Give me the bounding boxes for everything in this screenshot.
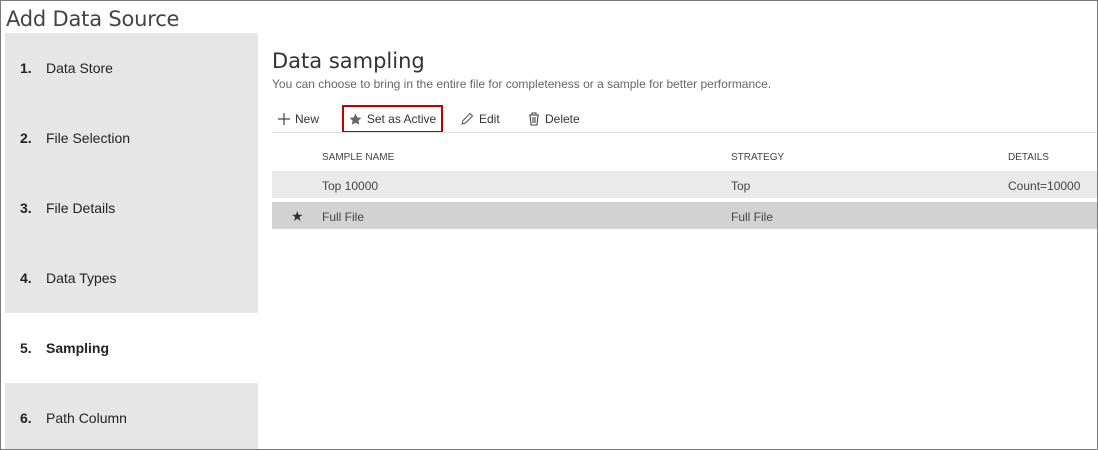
toolbar: New Set as Active Edit Delete [272, 105, 1097, 133]
step-number: 5. [20, 340, 32, 356]
plus-icon [278, 113, 290, 125]
strategy-cell: Top [731, 179, 751, 193]
header-details[interactable]: DETAILS [1008, 152, 1049, 163]
step-file-selection[interactable]: 2. File Selection [5, 103, 258, 173]
step-path-column[interactable]: 6. Path Column [5, 383, 258, 449]
toolbar-divider [272, 132, 1097, 133]
page-title: Data sampling [272, 49, 425, 73]
step-file-details[interactable]: 3. File Details [5, 173, 258, 243]
table-header: SAMPLE NAME STRATEGY DETAILS [272, 145, 1097, 169]
pencil-icon [460, 112, 474, 126]
step-data-types[interactable]: 4. Data Types [5, 243, 258, 313]
star-icon [349, 113, 362, 126]
trash-icon [528, 112, 540, 126]
sample-name-cell: Top 10000 [322, 179, 379, 193]
header-sample-name[interactable]: SAMPLE NAME [322, 152, 394, 163]
delete-button[interactable]: Delete [528, 105, 580, 133]
active-star-icon: ★ [291, 208, 304, 224]
step-label: Data Store [46, 60, 113, 76]
set-as-active-label: Set as Active [366, 112, 437, 126]
sampling-panel: Data sampling You can choose to bring in… [272, 49, 1097, 91]
wizard-steps: 1. Data Store 2. File Selection 3. File … [5, 33, 258, 449]
step-label: Path Column [46, 410, 127, 426]
page-subtitle: You can choose to bring in the entire fi… [272, 77, 772, 91]
header-strategy[interactable]: STRATEGY [731, 152, 784, 163]
step-number: 2. [20, 130, 32, 146]
window-title: Add Data Source [6, 7, 180, 31]
set-as-active-button[interactable]: Set as Active [342, 105, 443, 133]
new-button-label: New [295, 112, 320, 126]
step-label: File Selection [46, 130, 131, 146]
step-sampling[interactable]: 5. Sampling [5, 313, 258, 383]
edit-button[interactable]: Edit [460, 105, 500, 133]
step-label: Sampling [46, 340, 110, 356]
strategy-cell: Full File [731, 210, 774, 224]
step-number: 6. [20, 410, 32, 426]
step-number: 4. [20, 270, 32, 286]
table-row[interactable]: Top 10000 Top Count=10000 [272, 171, 1097, 198]
table-row[interactable]: ★ Full File Full File [272, 202, 1097, 229]
delete-button-label: Delete [545, 112, 580, 126]
step-number: 1. [20, 60, 32, 76]
edit-button-label: Edit [479, 112, 500, 126]
add-data-source-window: Add Data Source 1. Data Store 2. File Se… [0, 0, 1098, 450]
step-label: File Details [46, 200, 116, 216]
step-data-store[interactable]: 1. Data Store [5, 33, 258, 103]
samples-table: SAMPLE NAME STRATEGY DETAILS Top 10000 T… [272, 145, 1097, 229]
step-label: Data Types [46, 270, 117, 286]
sample-name-cell: Full File [322, 210, 365, 224]
new-button[interactable]: New [278, 105, 319, 133]
step-number: 3. [20, 200, 32, 216]
details-cell: Count=10000 [1008, 179, 1081, 193]
